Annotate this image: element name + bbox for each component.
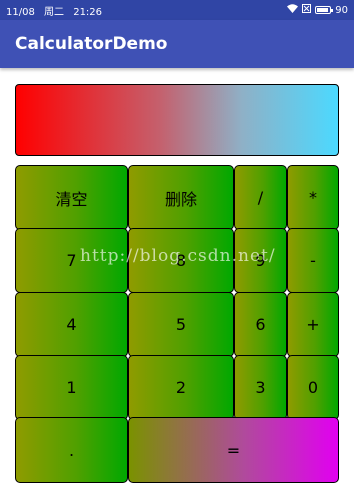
- delete-button[interactable]: 删除: [128, 165, 234, 230]
- sim-icon: [302, 4, 312, 16]
- status-bar-left: 11/08 周二 21:26: [6, 3, 108, 18]
- nine-button[interactable]: 9: [234, 228, 287, 293]
- clear-button[interactable]: 清空: [15, 165, 128, 230]
- calculator-display: [15, 84, 339, 156]
- status-bar: 11/08 周二 21:26 90: [0, 0, 354, 20]
- app-bar: CalculatorDemo: [0, 20, 354, 68]
- battery-percentage: 90: [335, 4, 348, 16]
- wifi-icon: [287, 4, 299, 16]
- battery-icon: [315, 6, 334, 14]
- seven-button[interactable]: 7: [15, 228, 128, 293]
- zero-button[interactable]: 0: [287, 355, 339, 420]
- status-bar-right: 90: [287, 4, 348, 16]
- five-button[interactable]: 5: [128, 292, 234, 357]
- plus-button[interactable]: +: [287, 292, 339, 357]
- dot-button[interactable]: .: [15, 417, 128, 483]
- six-button[interactable]: 6: [234, 292, 287, 357]
- eight-button[interactable]: 8: [128, 228, 234, 293]
- status-weekday: 周二: [44, 6, 65, 18]
- two-button[interactable]: 2: [128, 355, 234, 420]
- multiply-button[interactable]: *: [287, 165, 339, 230]
- app-title: CalculatorDemo: [15, 34, 168, 54]
- three-button[interactable]: 3: [234, 355, 287, 420]
- status-time: 21:26: [73, 6, 103, 18]
- four-button[interactable]: 4: [15, 292, 128, 357]
- status-date: 11/08: [6, 6, 35, 18]
- minus-button[interactable]: -: [287, 228, 339, 293]
- one-button[interactable]: 1: [15, 355, 128, 420]
- divide-button[interactable]: /: [234, 165, 287, 230]
- equals-button[interactable]: =: [128, 417, 339, 483]
